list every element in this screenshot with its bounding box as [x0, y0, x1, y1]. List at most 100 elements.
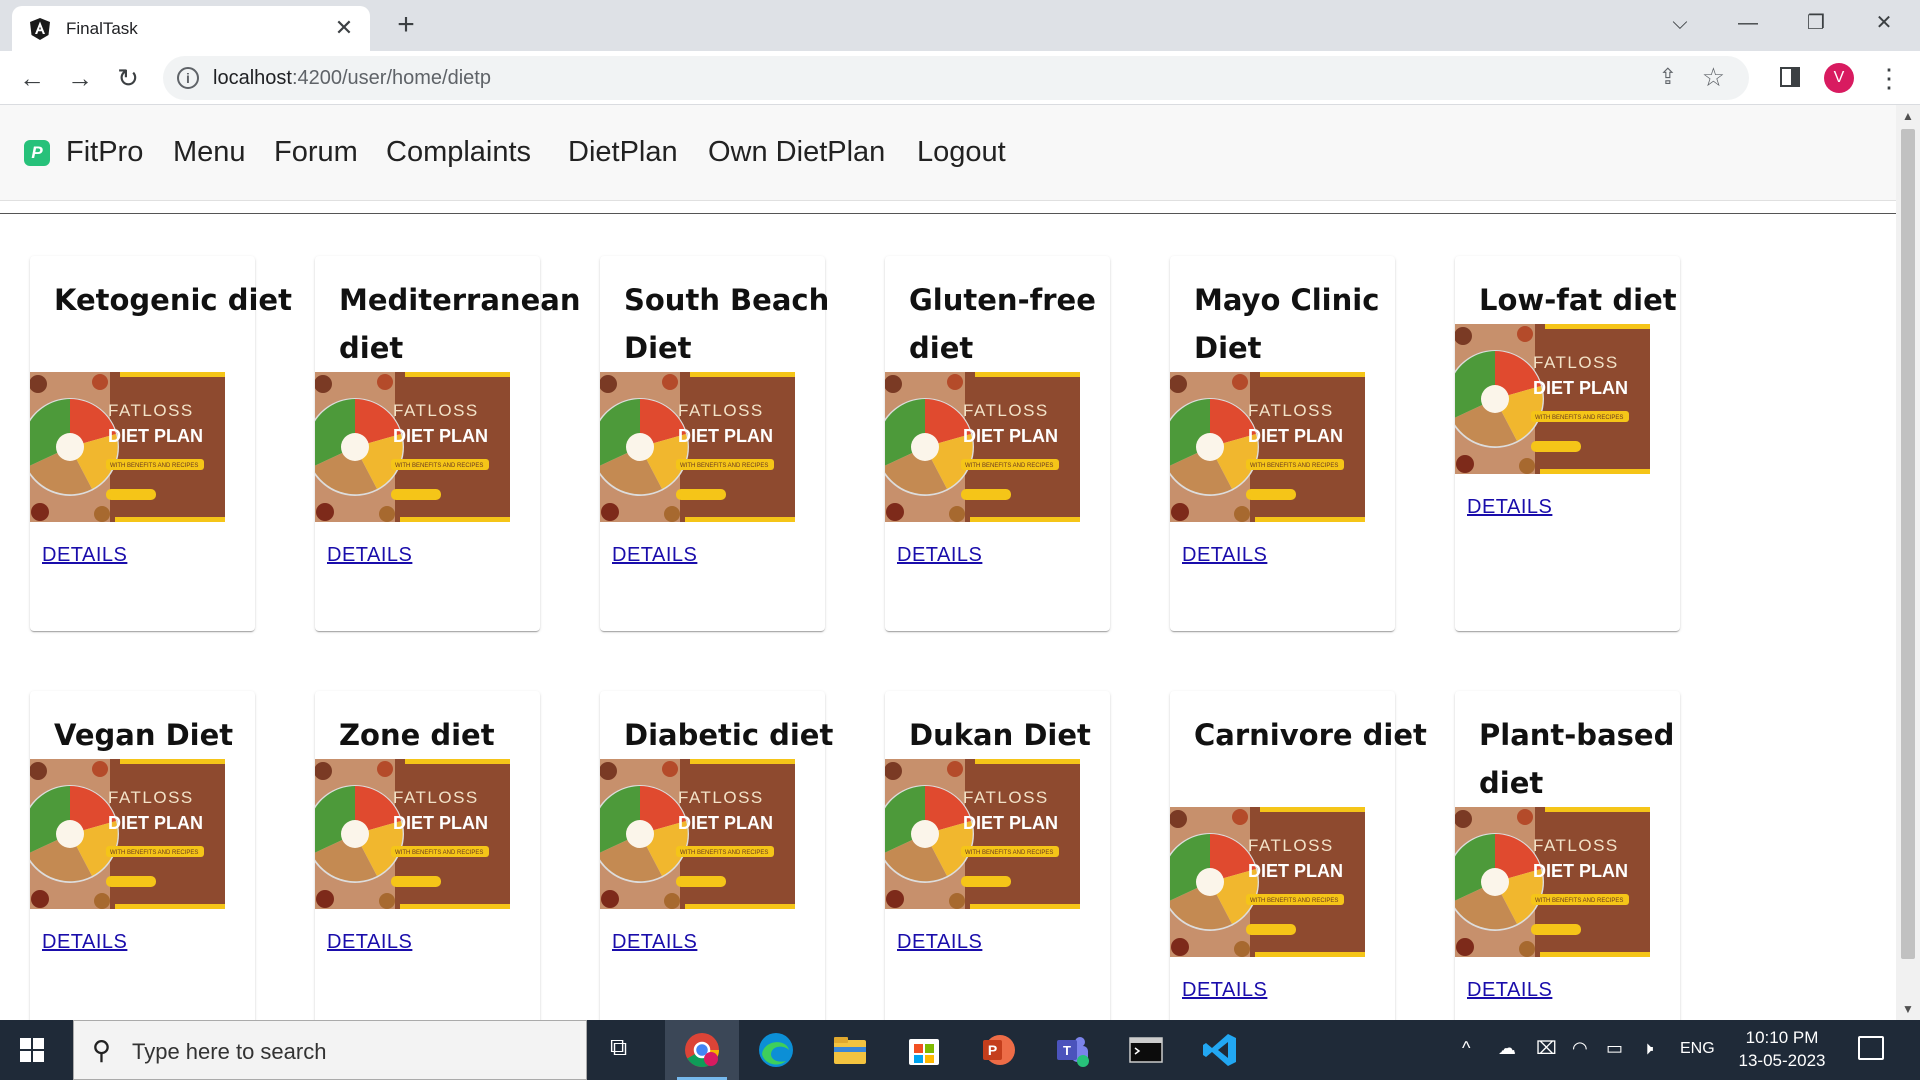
new-tab-button[interactable]: +: [390, 10, 422, 42]
diet-card: Ketogenic diet FATLOSS DIET PLAN WITH BENEF…: [30, 256, 292, 631]
nav-link-logout[interactable]: Logout: [917, 136, 1006, 169]
brand-link[interactable]: FitPro: [66, 136, 143, 169]
details-link[interactable]: DETAILS: [612, 544, 697, 567]
address-bar[interactable]: i localhost:4200/user/home/dietp ⇪ ☆: [163, 56, 1749, 100]
poster-line2: DIET PLAN: [963, 813, 1058, 833]
fatloss-diet-plan-image: FATLOSS DIET PLAN WITH BENEFITS AND RECIPE…: [600, 372, 795, 522]
poster-line3: WITH BENEFITS AND RECIPES: [395, 850, 483, 856]
poster-line2: DIET PLAN: [963, 426, 1058, 446]
poster-line2: DIET PLAN: [108, 426, 203, 446]
volume-muted-icon[interactable]: 🕨: [1642, 1038, 1653, 1059]
reload-icon[interactable]: ↻: [111, 61, 145, 95]
poster-line1: FATLOSS: [393, 788, 479, 807]
bookmark-star-icon[interactable]: ☆: [1702, 62, 1725, 93]
fatloss-diet-plan-image: FATLOSS DIET PLAN WITH BENEFITS AND RECIPE…: [30, 759, 225, 909]
edge-icon[interactable]: [756, 1030, 796, 1070]
site-info-icon[interactable]: i: [177, 67, 199, 89]
taskbar-clock[interactable]: 10:10 PM 13-05-2023: [1712, 1026, 1852, 1072]
more-menu-icon[interactable]: ⋮: [1876, 61, 1902, 95]
profile-avatar[interactable]: V: [1824, 63, 1854, 93]
page-scrollbar[interactable]: ▲ ▼: [1896, 105, 1920, 1020]
minimize-button[interactable]: —: [1718, 6, 1778, 40]
details-link[interactable]: DETAILS: [1182, 544, 1267, 567]
divider: [0, 213, 1896, 214]
restore-button[interactable]: ❐: [1786, 6, 1846, 40]
poster-line3: WITH BENEFITS AND RECIPES: [965, 850, 1053, 856]
nav-link-menu[interactable]: Menu: [173, 136, 246, 169]
fatloss-diet-plan-image: FATLOSS DIET PLAN WITH BENEFITS AND RECIPE…: [1170, 807, 1365, 957]
notification-center-icon[interactable]: [1858, 1036, 1884, 1060]
nav-link-forum[interactable]: Forum: [274, 136, 358, 169]
poster-line2: DIET PLAN: [678, 426, 773, 446]
details-link[interactable]: DETAILS: [327, 544, 412, 567]
fatloss-diet-plan-image: FATLOSS DIET PLAN WITH BENEFITS AND RECIPE…: [1455, 807, 1650, 957]
windows-start-icon[interactable]: [20, 1038, 44, 1062]
poster-line3: WITH BENEFITS AND RECIPES: [680, 463, 768, 469]
battery-icon[interactable]: ▭: [1606, 1038, 1623, 1059]
poster-line3: WITH BENEFITS AND RECIPES: [1250, 898, 1338, 904]
nav-link-own-dietplan[interactable]: Own DietPlan: [708, 136, 885, 169]
language-indicator[interactable]: ENG: [1680, 1040, 1715, 1058]
tab-search-dropdown-icon[interactable]: ⌵: [1650, 6, 1710, 40]
scroll-down-arrow-icon[interactable]: ▼: [1902, 1002, 1914, 1016]
task-view-icon[interactable]: ⧉: [610, 1034, 627, 1062]
terminal-icon[interactable]: [1126, 1030, 1166, 1070]
diet-card-title: Plant-based diet: [1479, 718, 1675, 800]
poster-line1: FATLOSS: [1248, 836, 1334, 855]
poster-line3: WITH BENEFITS AND RECIPES: [395, 463, 483, 469]
details-link[interactable]: DETAILS: [612, 931, 697, 954]
browser-tab[interactable]: FinalTask ✕: [12, 6, 370, 51]
details-link[interactable]: DETAILS: [897, 544, 982, 567]
browser-tab-bar: FinalTask ✕ + ⌵ — ❐ ✕: [0, 0, 1920, 51]
url-text[interactable]: localhost:4200/user/home/dietp: [213, 67, 491, 90]
poster-line1: FATLOSS: [678, 401, 764, 420]
details-link[interactable]: DETAILS: [1182, 979, 1267, 1002]
poster-line3: WITH BENEFITS AND RECIPES: [110, 850, 198, 856]
app-navbar: P FitPro Menu Forum Complaints DietPlan …: [0, 105, 1896, 201]
vscode-icon[interactable]: [1200, 1030, 1240, 1070]
diet-card: Mediterranean diet FATLOSS DIET PLAN WITH B…: [315, 256, 580, 631]
details-link[interactable]: DETAILS: [42, 931, 127, 954]
tab-close-icon[interactable]: ✕: [332, 16, 356, 40]
diet-card-title: Diabetic diet: [624, 718, 834, 752]
nav-link-dietplan[interactable]: DietPlan: [568, 136, 678, 169]
url-path: :4200/user/home/dietp: [291, 67, 491, 89]
diet-card: Dukan Diet FATLOSS DIET PLAN WITH BENEFITS …: [885, 691, 1110, 1020]
meet-now-icon[interactable]: ⌧: [1536, 1038, 1557, 1059]
diet-card: Mayo Clinic Diet FATLOSS DIET PLAN WITH BEN…: [1170, 256, 1395, 631]
details-link[interactable]: DETAILS: [897, 931, 982, 954]
poster-line1: FATLOSS: [678, 788, 764, 807]
poster-line2: DIET PLAN: [108, 813, 203, 833]
chrome-icon[interactable]: [682, 1030, 722, 1070]
taskbar-search-box[interactable]: ⚲ Type here to search: [73, 1020, 587, 1080]
poster-line3: WITH BENEFITS AND RECIPES: [680, 850, 768, 856]
details-link[interactable]: DETAILS: [1467, 979, 1552, 1002]
fatloss-diet-plan-image: FATLOSS DIET PLAN WITH BENEFITS AND RECIPE…: [1170, 372, 1365, 522]
poster-line3: WITH BENEFITS AND RECIPES: [110, 463, 198, 469]
details-link[interactable]: DETAILS: [1467, 496, 1552, 519]
details-link[interactable]: DETAILS: [327, 931, 412, 954]
microsoft-store-icon[interactable]: [904, 1030, 944, 1070]
nav-link-complaints[interactable]: Complaints: [386, 136, 531, 169]
fatloss-diet-plan-image: FATLOSS DIET PLAN WITH BENEFITS AND RECIPE…: [315, 372, 510, 522]
diet-card: South Beach Diet FATLOSS DIET PLAN WITH BEN…: [600, 256, 829, 631]
onedrive-cloud-icon[interactable]: ☁: [1498, 1038, 1516, 1059]
scroll-up-arrow-icon[interactable]: ▲: [1902, 109, 1914, 123]
file-explorer-icon[interactable]: [830, 1030, 870, 1070]
forward-arrow-icon[interactable]: →: [63, 61, 97, 95]
close-window-button[interactable]: ✕: [1854, 6, 1914, 40]
scroll-thumb[interactable]: [1901, 129, 1915, 959]
poster-line1: FATLOSS: [963, 788, 1049, 807]
share-icon[interactable]: ⇪: [1659, 64, 1677, 90]
show-hidden-icons-chevron-icon[interactable]: ^: [1462, 1038, 1470, 1059]
diet-card-title: Gluten-free diet: [909, 283, 1096, 365]
back-arrow-icon[interactable]: ←: [15, 61, 49, 95]
side-panel-icon[interactable]: [1780, 67, 1800, 87]
diet-card: Carnivore diet FATLOSS DIET PLAN WITH BENEF…: [1170, 691, 1427, 1020]
teams-icon[interactable]: T: [1052, 1030, 1092, 1070]
angular-favicon-icon: [30, 18, 50, 40]
wifi-icon[interactable]: ◠: [1572, 1038, 1588, 1059]
details-link[interactable]: DETAILS: [42, 544, 127, 567]
clock-time: 10:10 PM: [1745, 1028, 1819, 1047]
powerpoint-icon[interactable]: P: [978, 1030, 1018, 1070]
